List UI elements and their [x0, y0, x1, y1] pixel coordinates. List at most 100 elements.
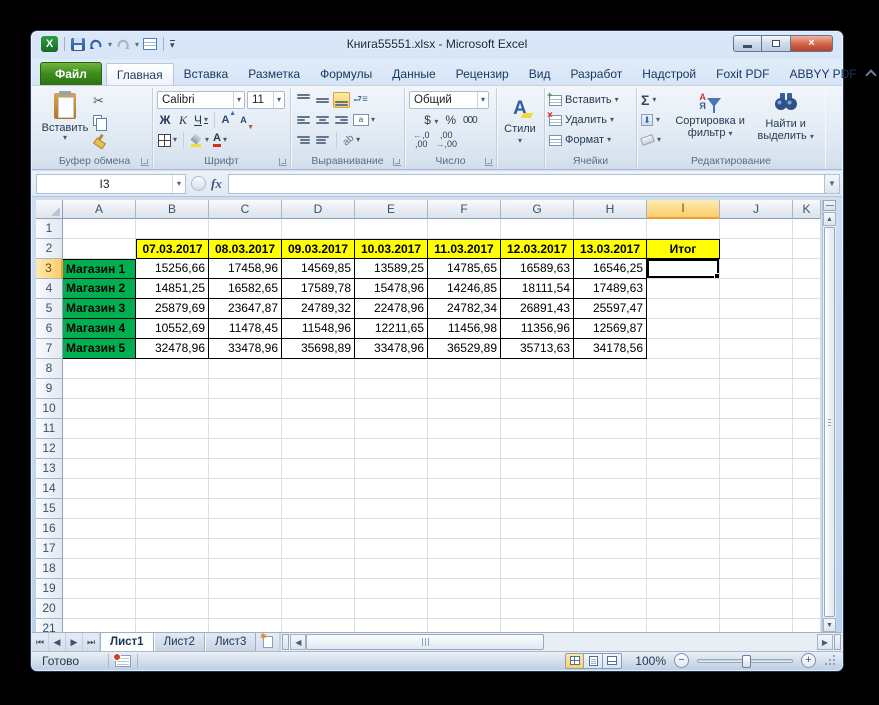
format-painter-button[interactable]: [93, 130, 115, 150]
autosum-button[interactable]: Σ ▾: [641, 90, 670, 110]
cell-D6[interactable]: 11548,96: [282, 319, 355, 339]
column-header-E[interactable]: E: [355, 200, 428, 219]
cell-K11[interactable]: [793, 419, 821, 439]
insert-sheet-button[interactable]: [256, 632, 281, 651]
row-header-21[interactable]: 21: [36, 619, 63, 632]
ribbon-tab-2[interactable]: Вставка: [174, 63, 239, 85]
cell-E5[interactable]: 22478,96: [355, 299, 428, 319]
cell-I13[interactable]: [647, 459, 720, 479]
cell-B11[interactable]: [136, 419, 209, 439]
cell-E20[interactable]: [355, 599, 428, 619]
sort-filter-button[interactable]: АЯ Сортировка и фильтр ▾: [673, 90, 747, 150]
cell-C1[interactable]: [209, 219, 282, 239]
select-all-corner[interactable]: [36, 200, 63, 219]
cell-G17[interactable]: [501, 539, 574, 559]
cell-F6[interactable]: 11456,98: [428, 319, 501, 339]
cell-J8[interactable]: [720, 359, 793, 379]
row-header-9[interactable]: 9: [36, 379, 63, 399]
cell-G5[interactable]: 26891,43: [501, 299, 574, 319]
row-header-20[interactable]: 20: [36, 599, 63, 619]
cell-F21[interactable]: [428, 619, 501, 632]
cell-E3[interactable]: 13589,25: [355, 259, 428, 279]
bold-button[interactable]: Ж: [157, 112, 173, 129]
cell-K20[interactable]: [793, 599, 821, 619]
cell-H6[interactable]: 12569,87: [574, 319, 647, 339]
align-right-button[interactable]: [333, 112, 350, 128]
zoom-out-icon[interactable]: −: [674, 653, 689, 668]
cell-J6[interactable]: [720, 319, 793, 339]
cell-D1[interactable]: [282, 219, 355, 239]
fill-button[interactable]: ⬇ ▾: [641, 110, 670, 130]
cell-E9[interactable]: [355, 379, 428, 399]
cell-F19[interactable]: [428, 579, 501, 599]
cell-C13[interactable]: [209, 459, 282, 479]
cell-J9[interactable]: [720, 379, 793, 399]
cell-E18[interactable]: [355, 559, 428, 579]
cell-J12[interactable]: [720, 439, 793, 459]
row-header-11[interactable]: 11: [36, 419, 63, 439]
cell-K9[interactable]: [793, 379, 821, 399]
zoom-slider[interactable]: [697, 654, 793, 668]
cell-I8[interactable]: [647, 359, 720, 379]
cell-D5[interactable]: 24789,32: [282, 299, 355, 319]
cell-I6[interactable]: [647, 319, 720, 339]
alignment-dialog-launcher[interactable]: [393, 158, 401, 166]
vertical-split-handle[interactable]: [823, 200, 836, 211]
cell-E13[interactable]: [355, 459, 428, 479]
grow-font-button[interactable]: А ▲: [220, 110, 236, 129]
cell-J21[interactable]: [720, 619, 793, 632]
cell-I4[interactable]: [647, 279, 720, 299]
cell-C17[interactable]: [209, 539, 282, 559]
cell-K14[interactable]: [793, 479, 821, 499]
ribbon-tab-6[interactable]: Рецензир: [446, 63, 519, 85]
thousands-button[interactable]: 000: [463, 115, 478, 126]
delete-cells-button[interactable]: Удалить▾: [547, 110, 632, 130]
cell-G4[interactable]: 18111,54: [501, 279, 574, 299]
zoom-in-icon[interactable]: +: [801, 653, 816, 668]
row-header-16[interactable]: 16: [36, 519, 63, 539]
cell-D11[interactable]: [282, 419, 355, 439]
cell-I1[interactable]: [647, 219, 720, 239]
align-left-button[interactable]: [295, 112, 312, 128]
column-header-B[interactable]: B: [136, 200, 209, 219]
cell-F20[interactable]: [428, 599, 501, 619]
cell-D15[interactable]: [282, 499, 355, 519]
cell-A4[interactable]: Магазин 2: [63, 279, 136, 299]
row-header-15[interactable]: 15: [36, 499, 63, 519]
cell-H5[interactable]: 25597,47: [574, 299, 647, 319]
align-middle-button[interactable]: [314, 92, 331, 108]
cell-B13[interactable]: [136, 459, 209, 479]
row-header-10[interactable]: 10: [36, 399, 63, 419]
cell-E8[interactable]: [355, 359, 428, 379]
ribbon-tab-7[interactable]: Вид: [519, 63, 561, 85]
cell-A9[interactable]: [63, 379, 136, 399]
cell-C21[interactable]: [209, 619, 282, 632]
zoom-slider-thumb[interactable]: [742, 654, 751, 668]
cell-A11[interactable]: [63, 419, 136, 439]
cell-H16[interactable]: [574, 519, 647, 539]
minimize-ribbon-icon[interactable]: [864, 69, 877, 81]
cell-F13[interactable]: [428, 459, 501, 479]
cell-B8[interactable]: [136, 359, 209, 379]
cell-A1[interactable]: [63, 219, 136, 239]
row-header-12[interactable]: 12: [36, 439, 63, 459]
cell-H11[interactable]: [574, 419, 647, 439]
cell-I3[interactable]: [647, 259, 720, 279]
font-color-button[interactable]: А ▾: [212, 132, 228, 149]
align-top-button[interactable]: [295, 92, 312, 108]
cell-A3[interactable]: Магазин 1: [63, 259, 136, 279]
cell-C4[interactable]: 16582,65: [209, 279, 282, 299]
cell-D17[interactable]: [282, 539, 355, 559]
clipboard-dialog-launcher[interactable]: [141, 158, 149, 166]
cell-J19[interactable]: [720, 579, 793, 599]
cell-I21[interactable]: [647, 619, 720, 632]
cell-styles-button[interactable]: А Стили ▾: [501, 90, 539, 154]
last-sheet-icon[interactable]: ⏭: [83, 633, 100, 651]
ribbon-tab-4[interactable]: Формулы: [310, 63, 382, 85]
row-header-4[interactable]: 4: [36, 279, 63, 299]
cell-F16[interactable]: [428, 519, 501, 539]
cell-F2[interactable]: 11.03.2017: [428, 239, 501, 259]
cell-B15[interactable]: [136, 499, 209, 519]
cell-B12[interactable]: [136, 439, 209, 459]
cell-D20[interactable]: [282, 599, 355, 619]
